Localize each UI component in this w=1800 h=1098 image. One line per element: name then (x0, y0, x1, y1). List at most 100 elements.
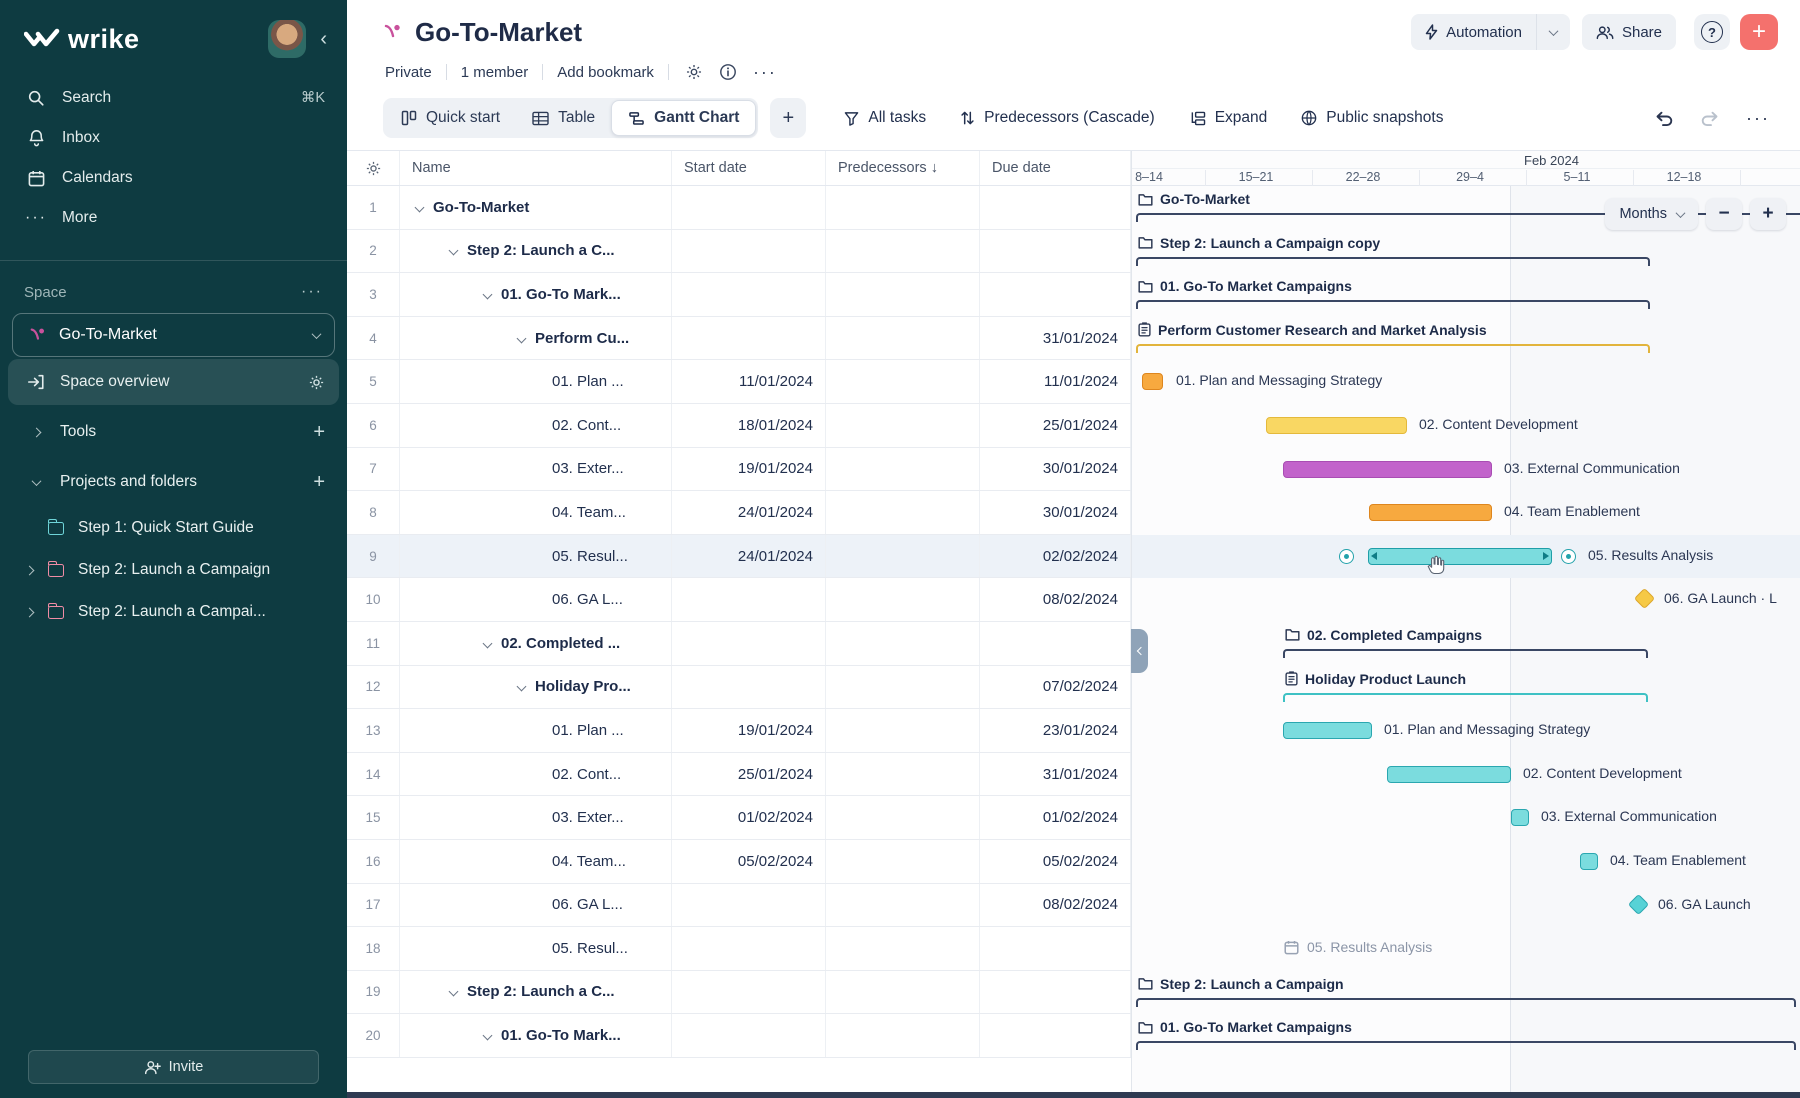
space-menu-icon[interactable]: ··· (301, 283, 323, 301)
undo-icon[interactable] (1654, 110, 1674, 127)
task-name-cell[interactable]: 02. Completed ... (400, 622, 672, 665)
filter-globe[interactable]: Public snapshots (1301, 109, 1443, 127)
summary-bracket[interactable] (1136, 1041, 1796, 1050)
table-row[interactable]: 1102. Completed ... (347, 622, 1131, 666)
help-button[interactable]: ? (1694, 14, 1730, 50)
chevron-down-icon[interactable] (517, 682, 527, 692)
horizontal-scrollbar[interactable] (347, 1092, 1800, 1098)
chevron-down-icon[interactable] (483, 290, 493, 300)
info-icon[interactable] (719, 63, 737, 81)
add-new-button[interactable]: + (1740, 14, 1778, 50)
predecessors-cell[interactable] (826, 927, 980, 970)
invite-button[interactable]: Invite (28, 1050, 319, 1084)
sidebar-collapse-icon[interactable]: ‹ (320, 28, 327, 51)
task-name-cell[interactable]: Step 2: Launch a C... (400, 971, 672, 1014)
summary-bracket[interactable] (1283, 649, 1648, 658)
table-row[interactable]: 19Step 2: Launch a C... (347, 971, 1131, 1015)
dependency-handle-icon[interactable] (1339, 549, 1354, 564)
timescale-dropdown[interactable]: Months (1605, 198, 1698, 230)
sidebar-project-item[interactable]: Step 2: Launch a Campai... (0, 591, 347, 633)
due-date-cell[interactable] (980, 971, 1131, 1014)
task-name-cell[interactable]: 04. Team... (400, 491, 672, 534)
due-date-cell[interactable]: 30/01/2024 (980, 491, 1131, 534)
share-button[interactable]: Share (1582, 14, 1676, 50)
sidebar-item-search[interactable]: Search⌘K (0, 78, 347, 118)
column-header-due-date[interactable]: Due date (980, 151, 1131, 185)
start-date-cell[interactable] (672, 317, 826, 360)
toolbar-more-icon[interactable]: ··· (1746, 108, 1770, 129)
add-project-icon[interactable]: + (313, 471, 325, 494)
task-name-cell[interactable]: 01. Go-To Mark... (400, 273, 672, 316)
predecessors-cell[interactable] (826, 753, 980, 796)
task-bar[interactable] (1369, 504, 1492, 521)
due-date-cell[interactable]: 02/02/2024 (980, 535, 1131, 578)
start-date-cell[interactable] (672, 971, 826, 1014)
task-name-cell[interactable]: 02. Cont... (400, 404, 672, 447)
sidebar-item-space-overview[interactable]: Space overview (8, 359, 339, 405)
start-date-cell[interactable]: 11/01/2024 (672, 360, 826, 403)
start-date-cell[interactable] (672, 230, 826, 273)
add-view-button[interactable]: + (770, 98, 806, 138)
table-row[interactable]: 1006. GA L...08/02/2024 (347, 578, 1131, 622)
start-date-cell[interactable]: 01/02/2024 (672, 796, 826, 839)
due-date-cell[interactable]: 31/01/2024 (980, 753, 1131, 796)
table-row[interactable]: 602. Cont...18/01/202425/01/2024 (347, 404, 1131, 448)
redo-icon[interactable] (1700, 110, 1720, 127)
summary-bracket[interactable] (1283, 693, 1648, 702)
predecessors-cell[interactable] (826, 840, 980, 883)
space-selector[interactable]: Go-To-Market (12, 313, 335, 357)
automation-dropdown[interactable] (1536, 14, 1570, 50)
tab-gantt-chart[interactable]: Gantt Chart (611, 100, 756, 136)
task-bar[interactable] (1266, 417, 1407, 434)
wrike-logo[interactable]: wrike (24, 24, 268, 55)
filter-sort[interactable]: Predecessors (Cascade) (960, 109, 1155, 127)
table-row[interactable]: 12Holiday Pro...07/02/2024 (347, 666, 1131, 710)
task-name-cell[interactable]: 01. Plan ... (400, 360, 672, 403)
predecessors-cell[interactable] (826, 535, 980, 578)
sidebar-project-item[interactable]: Step 2: Launch a Campaign (0, 549, 347, 591)
task-bar[interactable] (1283, 722, 1372, 739)
start-date-cell[interactable] (672, 927, 826, 970)
task-name-cell[interactable]: 05. Resul... (400, 535, 672, 578)
due-date-cell[interactable]: 08/02/2024 (980, 884, 1131, 927)
chevron-down-icon[interactable] (449, 987, 459, 997)
task-name-cell[interactable]: 06. GA L... (400, 578, 672, 621)
due-date-cell[interactable] (980, 622, 1131, 665)
predecessors-cell[interactable] (826, 317, 980, 360)
task-bar[interactable] (1511, 809, 1529, 826)
summary-bracket[interactable] (1136, 257, 1650, 266)
filter-funnel[interactable]: All tasks (844, 109, 926, 127)
due-date-cell[interactable] (980, 230, 1131, 273)
start-date-cell[interactable] (672, 1014, 826, 1057)
task-name-cell[interactable]: 01. Go-To Mark... (400, 1014, 672, 1057)
due-date-cell[interactable]: 07/02/2024 (980, 666, 1131, 709)
add-bookmark-link[interactable]: Add bookmark (557, 64, 654, 81)
start-date-cell[interactable]: 24/01/2024 (672, 491, 826, 534)
column-header-predecessors[interactable]: Predecessors ↓ (826, 151, 980, 185)
dependency-handle-icon[interactable] (1561, 549, 1576, 564)
predecessors-cell[interactable] (826, 491, 980, 534)
predecessors-cell[interactable] (826, 186, 980, 229)
panel-resize-handle[interactable] (1131, 629, 1148, 673)
predecessors-cell[interactable] (826, 578, 980, 621)
due-date-cell[interactable]: 05/02/2024 (980, 840, 1131, 883)
predecessors-cell[interactable] (826, 448, 980, 491)
predecessors-cell[interactable] (826, 622, 980, 665)
predecessors-cell[interactable] (826, 1014, 980, 1057)
table-row[interactable]: 703. Exter...19/01/202430/01/2024 (347, 448, 1131, 492)
milestone-icon[interactable] (1634, 588, 1655, 609)
zoom-out-button[interactable]: − (1706, 198, 1742, 230)
due-date-cell[interactable]: 01/02/2024 (980, 796, 1131, 839)
table-row[interactable]: 4Perform Cu...31/01/2024 (347, 317, 1131, 361)
predecessors-cell[interactable] (826, 273, 980, 316)
milestone-icon[interactable] (1628, 893, 1649, 914)
table-row[interactable]: 1503. Exter...01/02/202401/02/2024 (347, 796, 1131, 840)
user-avatar[interactable] (268, 20, 306, 58)
table-row[interactable]: 804. Team...24/01/202430/01/2024 (347, 491, 1131, 535)
task-bar[interactable] (1387, 766, 1511, 783)
start-date-cell[interactable] (672, 578, 826, 621)
chevron-down-icon[interactable] (483, 638, 493, 648)
start-date-cell[interactable] (672, 884, 826, 927)
resize-left-icon[interactable] (1371, 552, 1377, 560)
due-date-cell[interactable]: 23/01/2024 (980, 709, 1131, 752)
